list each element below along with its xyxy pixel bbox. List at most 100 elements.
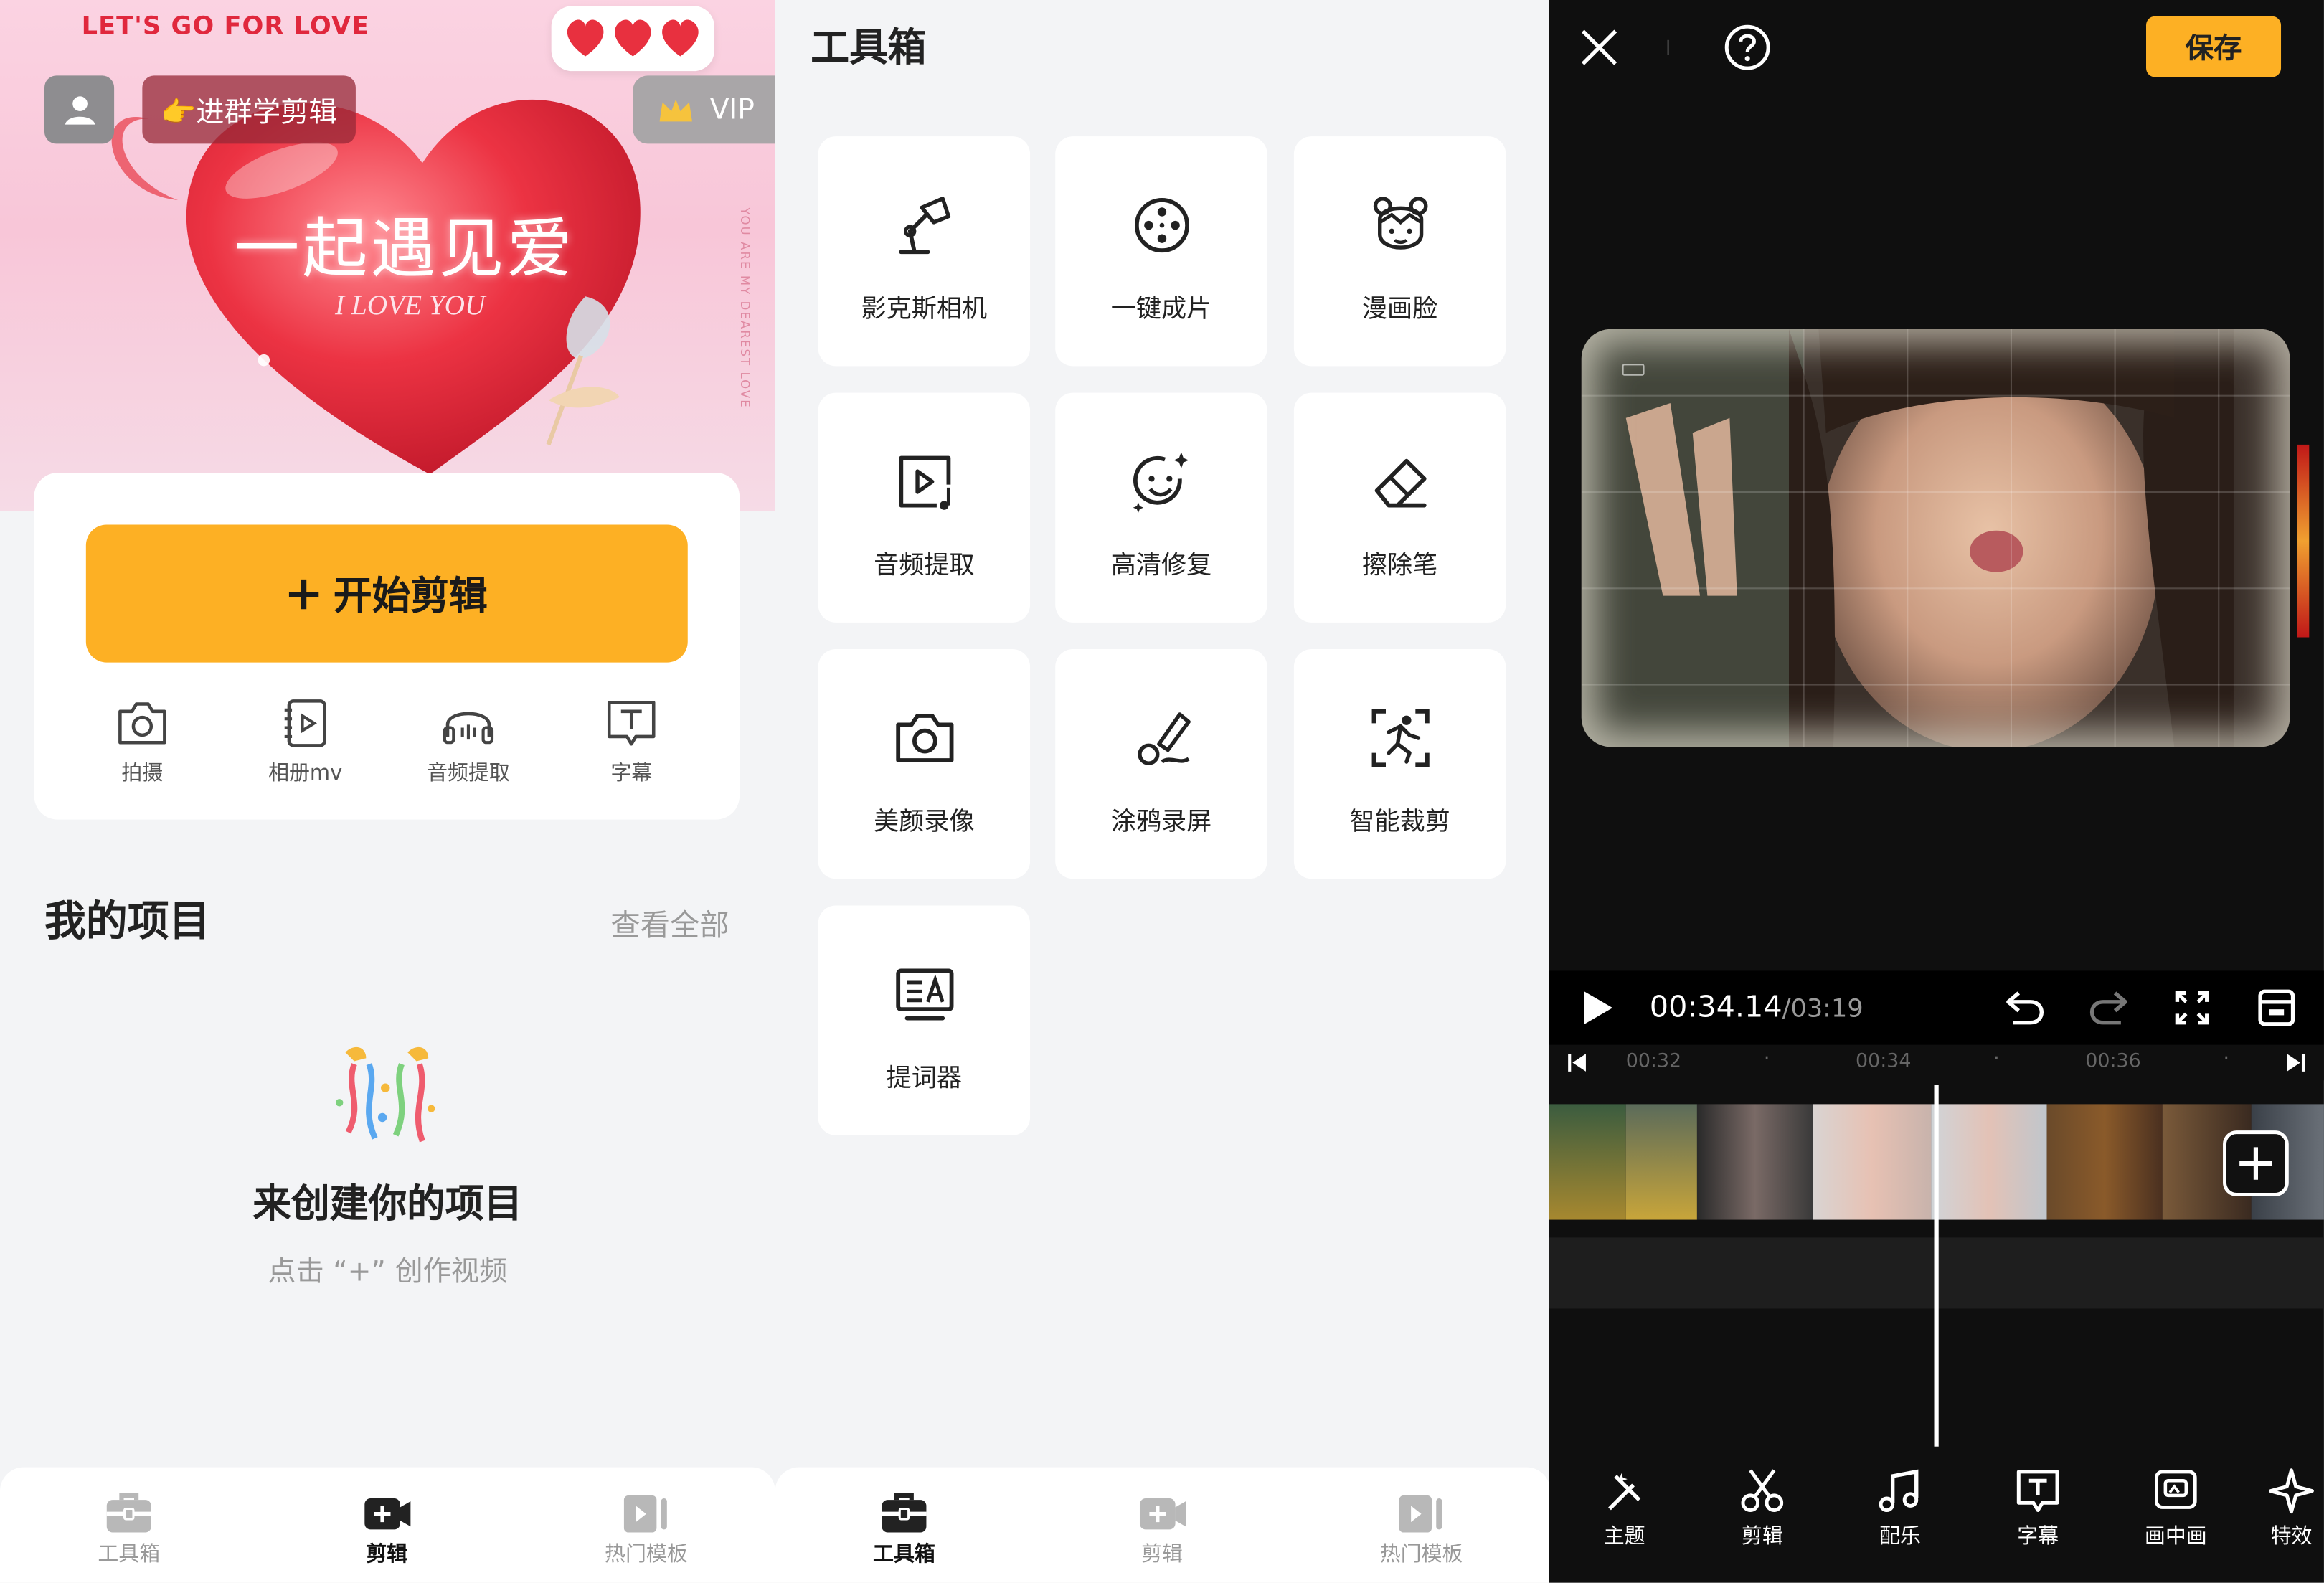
banner-slogan: LET'S GO FOR LOVE	[81, 11, 370, 42]
timeline-ruler: 00:32 · 00:34 · 00:36 ·	[1549, 1044, 2324, 1081]
editor-panel: 保存 00:34.14/03:19 00:32 · 00:34 · 00:36 …	[1549, 0, 2324, 1583]
tool-cartoon-face[interactable]: 漫画脸	[1293, 136, 1506, 367]
join-group-label: 👉进群学剪辑	[161, 95, 337, 128]
redo-icon[interactable]	[2088, 988, 2130, 1027]
save-label: 保存	[2185, 32, 2242, 65]
time-display: 00:34.14/03:19	[1650, 988, 1864, 1024]
banner-subheadline: I LOVE YOU	[334, 290, 486, 322]
skip-start-icon[interactable]	[1567, 1052, 1587, 1073]
tool-hd-restore[interactable]: 高清修复	[1055, 392, 1267, 623]
help-icon[interactable]	[1722, 22, 1772, 72]
tool-one-click-film[interactable]: 一键成片	[1055, 136, 1267, 367]
add-clip-button[interactable]	[2221, 1130, 2290, 1198]
headphones-icon	[443, 712, 494, 745]
magic-wand-icon	[1608, 1473, 1641, 1511]
tab-label: 热门模板	[605, 1543, 688, 1567]
tool-label: 漫画脸	[1361, 295, 1438, 325]
tool-label: 配乐	[1879, 1525, 1921, 1549]
tool-label: 涂鸦录屏	[1110, 808, 1212, 838]
start-edit-button[interactable]: 开始剪辑	[85, 524, 688, 663]
tool-smart-crop[interactable]: 智能裁剪	[1293, 649, 1506, 879]
video-preview[interactable]	[1581, 329, 2290, 747]
clip-thumbnail	[1813, 1104, 1932, 1220]
camera-icon	[895, 714, 953, 762]
film-reel-icon	[1133, 198, 1189, 253]
tab-label: 工具箱	[873, 1543, 935, 1567]
user-button[interactable]	[44, 75, 115, 144]
playhead[interactable]	[1934, 1085, 1939, 1447]
view-all-link[interactable]: 查看全部	[610, 901, 729, 944]
keyframe-icon[interactable]	[2256, 987, 2297, 1029]
picture-in-picture-icon	[2154, 1470, 2197, 1509]
my-projects-title: 我的项目	[44, 897, 211, 946]
tab-edit[interactable]: 剪辑	[313, 1491, 461, 1568]
playback-controls: 00:34.14/03:19	[1549, 970, 2324, 1045]
home-panel: LET'S GO FOR LOVE 一起遇见爱 I LOVE YOU YOU A…	[0, 0, 775, 1583]
banner-vertical-text: YOU ARE MY DEAREST LOVE	[738, 207, 752, 409]
camera-icon	[118, 702, 166, 745]
tool-lux-camera[interactable]: 影克斯相机	[818, 136, 1031, 367]
subtitle-icon	[2016, 1470, 2059, 1513]
start-edit-label: 开始剪辑	[333, 575, 488, 620]
tab-toolbox[interactable]: 工具箱	[830, 1491, 978, 1568]
tool-music[interactable]: 配乐	[1848, 1468, 1952, 1551]
close-icon[interactable]	[1579, 27, 1620, 68]
tab-hot-templates[interactable]: 热门模板	[1347, 1491, 1496, 1568]
toolbox-icon	[106, 1493, 151, 1533]
tab-hot-templates[interactable]: 热门模板	[572, 1491, 721, 1568]
scissors-icon	[1741, 1469, 1784, 1513]
tool-theme[interactable]: 主题	[1572, 1468, 1676, 1551]
desk-lamp-icon	[898, 197, 950, 255]
album-icon	[284, 699, 326, 747]
tool-cut[interactable]: 剪辑	[1711, 1468, 1815, 1551]
quick-action-label: 相册mv	[268, 762, 343, 786]
video-icon	[364, 1498, 411, 1530]
tool-label: 剪辑	[1741, 1525, 1783, 1549]
tool-doodle-record[interactable]: 涂鸦录屏	[1055, 649, 1267, 879]
tab-label: 工具箱	[98, 1543, 161, 1567]
tab-edit[interactable]: 剪辑	[1088, 1491, 1237, 1568]
save-button[interactable]: 保存	[2146, 16, 2282, 77]
side-strip	[2297, 444, 2310, 638]
tool-beauty-record[interactable]: 美颜录像	[818, 649, 1031, 879]
bottom-tab-bar: 工具箱 剪辑 热门模板	[775, 1467, 1549, 1583]
vip-button[interactable]: VIP	[633, 75, 775, 144]
quick-action-label: 音频提取	[427, 762, 510, 786]
quick-action-album-mv[interactable]: 相册mv	[231, 698, 379, 787]
tool-effects[interactable]: 特效	[2239, 1468, 2324, 1551]
undo-icon[interactable]	[2004, 988, 2046, 1027]
quick-action-shoot[interactable]: 拍摄	[68, 698, 217, 787]
fullscreen-icon[interactable]	[2173, 988, 2211, 1027]
ruler-mark: 00:36	[2085, 1051, 2141, 1074]
tool-label: 智能裁剪	[1349, 808, 1450, 838]
effects-icon	[2269, 1468, 2314, 1514]
tool-label: 美颜录像	[874, 808, 975, 838]
tool-picture-in-picture[interactable]: 画中画	[2124, 1468, 2228, 1551]
cartoon-face-icon	[1372, 197, 1427, 250]
play-icon[interactable]	[1582, 990, 1614, 1026]
sparkle-face-icon	[1132, 452, 1189, 513]
editor-top-bar: 保存	[1549, 0, 2324, 96]
empty-state-title: 来创建你的项目	[252, 1182, 523, 1227]
tool-subtitle[interactable]: 字幕	[1986, 1468, 2090, 1551]
toolbox-icon	[882, 1493, 927, 1533]
hearts-bubble	[551, 6, 714, 72]
current-time: 00:34.14	[1649, 988, 1782, 1024]
tool-audio-extract[interactable]: 音频提取	[818, 392, 1031, 623]
tool-label: 画中画	[2144, 1525, 2207, 1549]
tool-teleprompter[interactable]: 提词器	[818, 905, 1031, 1135]
join-group-button[interactable]: 👉进群学剪辑	[142, 75, 356, 144]
tab-toolbox[interactable]: 工具箱	[55, 1491, 203, 1568]
eraser-icon	[1374, 458, 1426, 508]
quick-action-audio-extract[interactable]: 音频提取	[395, 698, 543, 787]
tool-label: 一键成片	[1110, 295, 1212, 325]
quick-action-subtitle[interactable]: 字幕	[557, 698, 706, 787]
skip-end-icon[interactable]	[2285, 1052, 2306, 1073]
clip-thumbnail	[1696, 1104, 1813, 1220]
tab-label: 剪辑	[366, 1543, 408, 1567]
party-popper-icon	[336, 1046, 435, 1143]
tool-label: 擦除笔	[1361, 551, 1438, 581]
tool-eraser[interactable]: 擦除笔	[1293, 392, 1506, 623]
vignette-frame	[1582, 329, 2290, 747]
clip-thumbnail	[1625, 1104, 1697, 1220]
